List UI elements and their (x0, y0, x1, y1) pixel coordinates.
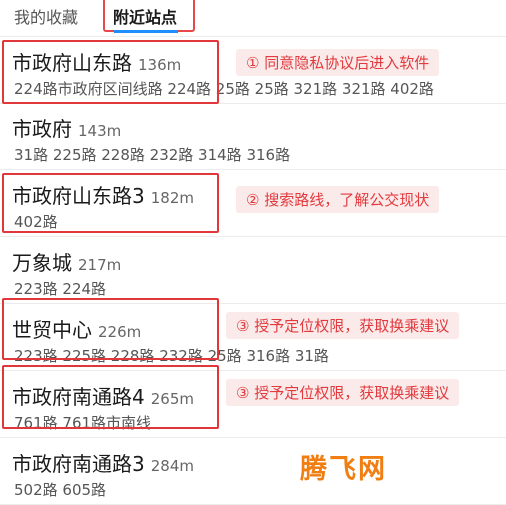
active-tab-indicator (114, 30, 178, 33)
stop-name: 万象城 (12, 251, 72, 275)
highlight-box (2, 365, 219, 429)
tab-favorites[interactable]: 我的收藏 (14, 4, 78, 28)
watermark-logo: 腾飞网 (300, 454, 387, 485)
list-item[interactable]: 万象城 217m 223路 224路 (0, 237, 506, 304)
highlight-box (2, 298, 219, 360)
annotation-callout: ② 搜索路线，了解公交现状 (236, 186, 440, 213)
stop-routes: 223路 224路 (14, 280, 107, 298)
stop-routes: 31路 225路 228路 232路 314路 316路 (14, 146, 291, 164)
list-item[interactable]: 市政府南通路3 284m 502路 605路 (0, 438, 506, 505)
stop-distance: 284m (150, 457, 194, 475)
list-item[interactable]: 市政府 143m 31路 225路 228路 232路 314路 316路 (0, 103, 506, 170)
annotation-callout: ③ 授予定位权限，获取换乘建议 (226, 312, 460, 339)
annotation-callout: ① 同意隐私协议后进入软件 (236, 49, 440, 76)
highlight-box (2, 173, 219, 233)
annotation-callout: ③ 授予定位权限，获取换乘建议 (226, 379, 460, 406)
tab-bar: 我的收藏 附近站点 (0, 0, 506, 34)
stop-name: 市政府南通路3 (12, 452, 145, 476)
highlight-box (2, 40, 219, 104)
stop-distance: 217m (78, 256, 122, 274)
tab-nearby-stops[interactable]: 附近站点 (113, 4, 177, 28)
stop-routes: 502路 605路 (14, 481, 107, 499)
stop-name: 市政府 (12, 117, 72, 141)
stop-distance: 143m (78, 122, 122, 140)
